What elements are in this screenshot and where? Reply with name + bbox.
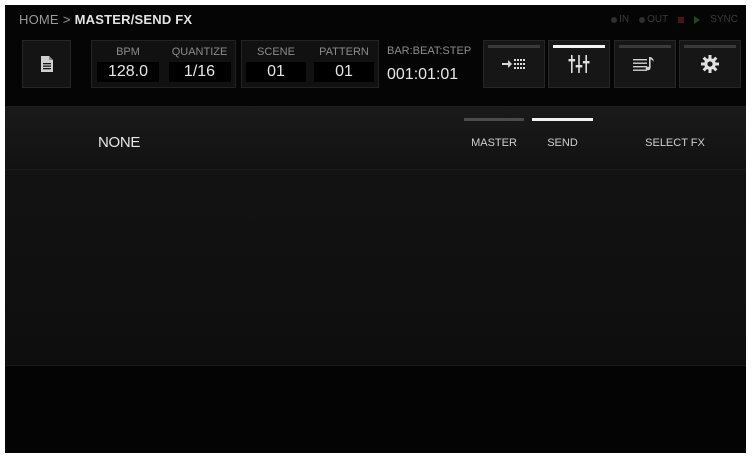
midi-in-icon — [611, 16, 618, 23]
play-icon — [694, 15, 701, 24]
bpm-control[interactable]: BPM 128.0 — [92, 41, 164, 87]
sequencer-icon — [502, 59, 525, 69]
scene-pattern-group: SCENE 01 PATTERN 01 — [241, 40, 379, 88]
transport-status: IN OUT SYNC — [611, 14, 738, 25]
breadcrumb-separator: > — [62, 12, 71, 27]
midi-out-icon — [639, 16, 646, 23]
record-icon — [678, 16, 685, 23]
file-icon — [40, 56, 53, 72]
tab-send-label: SEND — [547, 137, 578, 149]
tempo-group: BPM 128.0 QUANTIZE 1/16 — [91, 40, 236, 88]
app-window: HOME > MASTER/SEND FX IN OUT SYNC BPM 128.… — [5, 5, 746, 453]
quantize-control[interactable]: QUANTIZE 1/16 — [164, 41, 235, 87]
quantize-label: QUANTIZE — [171, 46, 228, 58]
quantize-value: 1/16 — [168, 62, 231, 82]
mode-sequencer-button[interactable] — [483, 40, 545, 88]
scene-value: 01 — [246, 62, 306, 82]
scene-label: SCENE — [257, 46, 295, 58]
mode-mixer-button[interactable] — [548, 40, 610, 88]
fx-panel: NONE MASTER SEND SELECT FX — [5, 107, 746, 365]
position-display: BAR:BEAT:STEP 001:01:01 — [383, 40, 483, 88]
tab-master[interactable]: MASTER — [464, 118, 524, 158]
sync-indicator: SYNC — [710, 14, 738, 25]
midi-in-indicator: IN — [611, 14, 629, 25]
breadcrumb: HOME > MASTER/SEND FX — [19, 12, 192, 27]
scene-control[interactable]: SCENE 01 — [242, 41, 310, 87]
tab-master-indicator — [464, 118, 524, 121]
breadcrumb-home[interactable]: HOME — [19, 12, 59, 27]
mode-indicator-active — [553, 45, 605, 48]
mode-indicator — [488, 45, 540, 48]
tab-master-label: MASTER — [471, 137, 517, 149]
pattern-control[interactable]: PATTERN 01 — [310, 41, 378, 87]
mode-piano-roll-button[interactable] — [614, 40, 676, 88]
pattern-label: PATTERN — [319, 46, 369, 58]
bpm-label: BPM — [116, 46, 140, 58]
position-label: BAR:BEAT:STEP — [387, 45, 472, 57]
select-fx-button[interactable]: SELECT FX — [625, 137, 725, 149]
footer-area — [5, 365, 746, 453]
mixer-icon — [568, 55, 590, 73]
position-value: 001:01:01 — [387, 66, 459, 83]
breadcrumb-current: MASTER/SEND FX — [74, 12, 193, 27]
bpm-value: 128.0 — [97, 62, 159, 82]
fx-panel-header: NONE MASTER SEND SELECT FX — [5, 107, 746, 170]
mode-settings-button[interactable] — [679, 40, 741, 88]
mode-indicator — [619, 45, 671, 48]
file-button[interactable] — [22, 40, 71, 88]
midi-out-indicator: OUT — [639, 14, 668, 25]
settings-gear-icon — [701, 55, 719, 73]
tab-send[interactable]: SEND — [532, 118, 593, 158]
current-fx-name: NONE — [98, 134, 141, 151]
piano-roll-icon — [633, 57, 654, 71]
mode-indicator — [684, 45, 736, 48]
tab-send-indicator — [532, 118, 593, 121]
pattern-value: 01 — [314, 62, 374, 82]
